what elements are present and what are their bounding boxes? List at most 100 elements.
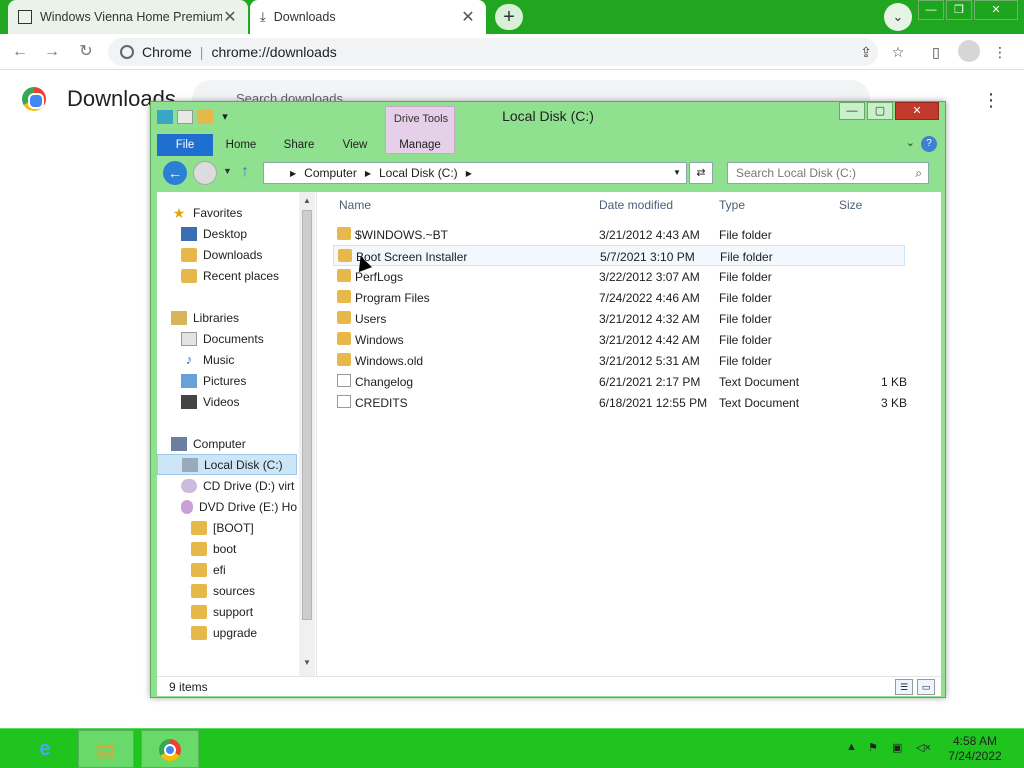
network-icon[interactable]: ▣	[892, 741, 902, 754]
help-icon[interactable]: ?	[921, 136, 937, 152]
nav-scrollbar[interactable]: ▲ ▼	[299, 192, 315, 676]
nav-label: Local Disk (C:)	[204, 457, 283, 472]
explorer-search-input[interactable]: Search Local Disk (C:) ⌕	[727, 162, 929, 184]
reload-icon[interactable]: ↻	[76, 42, 96, 62]
file-row[interactable]: Boot Screen Installer 5/7/2021 3:10 PM Fil…	[333, 245, 905, 266]
address-bar[interactable]: ▶ Computer ▶ Local Disk (C:) ▶	[263, 162, 687, 184]
refresh-icon[interactable]: ⇄	[689, 162, 713, 184]
file-row[interactable]: Windows 3/21/2012 4:42 AM File folder	[333, 329, 905, 350]
search-icon[interactable]: ⌕	[915, 163, 922, 183]
nav-label: Videos	[203, 394, 240, 409]
breadcrumb-computer[interactable]: Computer	[304, 166, 357, 180]
file-row[interactable]: Program Files 7/24/2022 4:46 AM File folde…	[333, 287, 905, 308]
scroll-down-icon[interactable]: ▼	[302, 658, 312, 667]
nav-documents[interactable]: Documents	[181, 328, 316, 349]
tab-close-icon[interactable]: ✕	[222, 7, 238, 27]
file-date: 3/21/2012 4:42 AM	[599, 333, 700, 347]
side-panel-icon[interactable]: ▯	[926, 42, 946, 62]
nav-favorites[interactable]: ★ Favorites	[171, 202, 311, 223]
breadcrumb-arrow-icon[interactable]: ▶	[290, 169, 296, 178]
file-date: 5/7/2021 3:10 PM	[600, 250, 695, 264]
forward-button[interactable]	[193, 161, 217, 185]
browser-menu-icon[interactable]: ⋮	[990, 42, 1010, 62]
system-clock[interactable]: 4:58 AM 7/24/2022	[940, 734, 1010, 764]
back-button[interactable]: ←	[163, 161, 187, 185]
file-type: File folder	[719, 228, 772, 242]
computer-icon	[171, 436, 187, 451]
column-header-name[interactable]: Name	[339, 198, 371, 212]
recent-locations-icon[interactable]: ▼	[223, 166, 232, 176]
folder-icon	[191, 520, 207, 535]
file-row[interactable]: Changelog 6/21/2021 2:17 PM Text Document 1…	[333, 371, 907, 392]
browser-window-controls: — ❐ ✕	[916, 0, 1018, 20]
column-header-size[interactable]: Size	[839, 198, 862, 212]
tab-windows-vienna[interactable]: Windows Vienna Home Premium ✕	[8, 0, 248, 34]
nav-label: Recent places	[203, 268, 280, 283]
file-row[interactable]: PerfLogs 3/22/2012 3:07 AM File folder	[333, 266, 905, 287]
nav-downloads[interactable]: Downloads	[181, 244, 316, 265]
tab-downloads[interactable]: ⤓ Downloads ✕	[250, 0, 486, 34]
nav-music[interactable]: ♪ Music	[181, 349, 316, 370]
nav-computer[interactable]: Computer	[171, 433, 311, 454]
nav-desktop[interactable]: Desktop	[181, 223, 316, 244]
volume-muted-icon[interactable]: ◁×	[916, 741, 931, 754]
tab-home[interactable]: Home	[221, 134, 261, 156]
breadcrumb-local-disk[interactable]: Local Disk (C:)	[379, 166, 458, 180]
share-icon[interactable]: ⇪	[856, 42, 876, 62]
tab-search-chevron-icon[interactable]: ⌄	[884, 3, 912, 31]
address-dropdown-icon[interactable]: ▼	[673, 168, 681, 177]
nav-label: Documents	[203, 331, 264, 346]
column-header-date[interactable]: Date modified	[599, 198, 673, 212]
tab-file[interactable]: File	[157, 134, 213, 156]
nav-label: Downloads	[203, 247, 263, 262]
file-row[interactable]: CREDITS 6/18/2021 12:55 PM Text Document 3 …	[333, 392, 907, 413]
expand-ribbon-icon[interactable]: ⌄	[906, 136, 915, 149]
omnibox[interactable]: Chrome | chrome://downloads	[108, 38, 878, 66]
back-arrow-icon[interactable]: ←	[10, 42, 30, 62]
up-arrow-icon[interactable]: ↑	[241, 163, 249, 181]
bookmark-star-icon[interactable]: ☆	[888, 42, 908, 62]
tab-share[interactable]: Share	[277, 134, 321, 156]
tab-view[interactable]: View	[335, 134, 375, 156]
downloads-menu-icon[interactable]: ⋮	[982, 90, 1000, 110]
nav-videos[interactable]: Videos	[181, 391, 316, 412]
cd-drive-icon	[181, 478, 197, 493]
profile-avatar[interactable]	[958, 40, 980, 62]
nav-recent-places[interactable]: Recent places	[181, 265, 316, 286]
explorer-minimize-button[interactable]: —	[839, 102, 865, 120]
breadcrumb-arrow-icon[interactable]: ▶	[365, 169, 371, 178]
scroll-thumb[interactable]	[302, 210, 312, 620]
nav-libraries[interactable]: Libraries	[171, 307, 311, 328]
nav-label: Music	[203, 352, 235, 367]
tab-close-icon[interactable]: ✕	[460, 7, 476, 27]
internet-explorer-icon[interactable]: e	[18, 730, 72, 768]
chrome-taskbar-button[interactable]	[141, 730, 199, 768]
nav-pictures[interactable]: Pictures	[181, 370, 316, 391]
folder-icon	[191, 625, 207, 640]
nav-dvd-drive[interactable]: DVD Drive (E:) Ho	[181, 496, 297, 517]
file-row[interactable]: Users 3/21/2012 4:32 AM File folder	[333, 308, 905, 329]
nav-local-disk[interactable]: Local Disk (C:)	[157, 454, 297, 475]
breadcrumb-arrow-icon[interactable]: ▶	[466, 169, 472, 178]
file-row[interactable]: $WINDOWS.~BT 3/21/2012 4:43 AM File folder	[333, 224, 905, 245]
forward-arrow-icon[interactable]: →	[42, 42, 62, 62]
videos-icon	[181, 394, 197, 409]
explorer-close-button[interactable]: ✕	[895, 102, 939, 120]
explorer-maximize-button[interactable]: ▢	[867, 102, 893, 120]
nav-cd-drive[interactable]: CD Drive (D:) virt	[181, 475, 297, 496]
scroll-up-icon[interactable]: ▲	[302, 196, 312, 205]
show-hidden-icons[interactable]: ▲	[846, 741, 857, 753]
file-explorer-icon[interactable]: ▤	[78, 730, 134, 768]
new-tab-button[interactable]: +	[495, 4, 523, 30]
minimize-button[interactable]: —	[918, 0, 944, 20]
restore-button[interactable]: ❐	[946, 0, 972, 20]
details-view-icon[interactable]: ☰	[895, 679, 913, 695]
column-header-type[interactable]: Type	[719, 198, 745, 212]
action-center-flag-icon[interactable]: ⚑	[868, 741, 878, 754]
large-icons-view-icon[interactable]: ▭	[917, 679, 935, 695]
explorer-titlebar[interactable]: ▾ Local Disk (C:) — ▢ ✕	[151, 102, 945, 132]
file-row[interactable]: Windows.old 3/21/2012 5:31 AM File folder	[333, 350, 905, 371]
tab-manage[interactable]: Manage	[387, 134, 453, 156]
close-button[interactable]: ✕	[974, 0, 1018, 20]
file-date: 3/21/2012 4:32 AM	[599, 312, 700, 326]
